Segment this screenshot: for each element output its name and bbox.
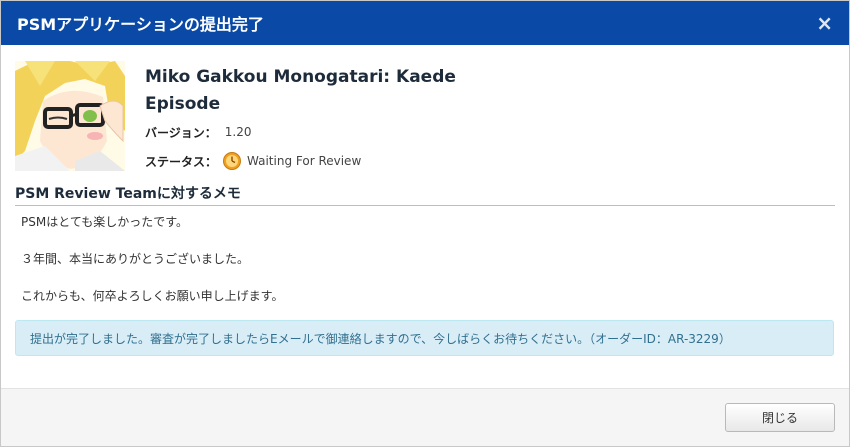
memo-line: ３年間、本当にありがとうございました。: [21, 252, 250, 266]
close-button[interactable]: 閉じる: [725, 403, 835, 432]
alert-text: 提出が完了しました。審査が完了しましたらEメールで御連絡しますので、今しばらくお…: [30, 331, 731, 346]
dialog-header: PSMアプリケーションの提出完了 ×: [1, 1, 849, 45]
anime-character-image: [15, 61, 125, 171]
status-value: Waiting For Review: [247, 154, 362, 168]
app-title: Miko Gakkou Monogatari: Kaede Episode: [145, 67, 456, 114]
close-icon[interactable]: ×: [816, 13, 833, 33]
memo-line: これからも、何卒よろしくお願い申し上げます。: [21, 289, 284, 303]
app-summary: Miko Gakkou Monogatari: Kaede Episode バー…: [15, 61, 835, 171]
status-label: ステータス：: [145, 154, 218, 169]
version-value: 1.20: [224, 125, 252, 139]
dialog-title: PSMアプリケーションの提出完了: [17, 15, 264, 34]
dialog-body: Miko Gakkou Monogatari: Kaede Episode バー…: [1, 45, 849, 356]
submission-dialog: PSMアプリケーションの提出完了 × Miko Gakkou Monogatar…: [0, 0, 850, 447]
app-thumbnail: [15, 61, 125, 171]
memo-body: PSMはとても楽しかったです。 ３年間、本当にありがとうございました。 これから…: [15, 206, 835, 303]
app-info: Miko Gakkou Monogatari: Kaede Episode バー…: [145, 64, 485, 171]
memo-line: PSMはとても楽しかったです。: [21, 215, 189, 229]
info-alert: 提出が完了しました。審査が完了しましたらEメールで御連絡しますので、今しばらくお…: [15, 320, 834, 356]
dialog-footer: 閉じる: [1, 388, 849, 446]
status-row: ステータス： Waiting For Review: [145, 151, 485, 171]
version-label: バージョン：: [145, 125, 217, 140]
memo-heading: PSM Review Teamに対するメモ: [15, 183, 835, 206]
version-row: バージョン： 1.20: [145, 122, 485, 142]
clock-icon: [223, 152, 242, 170]
